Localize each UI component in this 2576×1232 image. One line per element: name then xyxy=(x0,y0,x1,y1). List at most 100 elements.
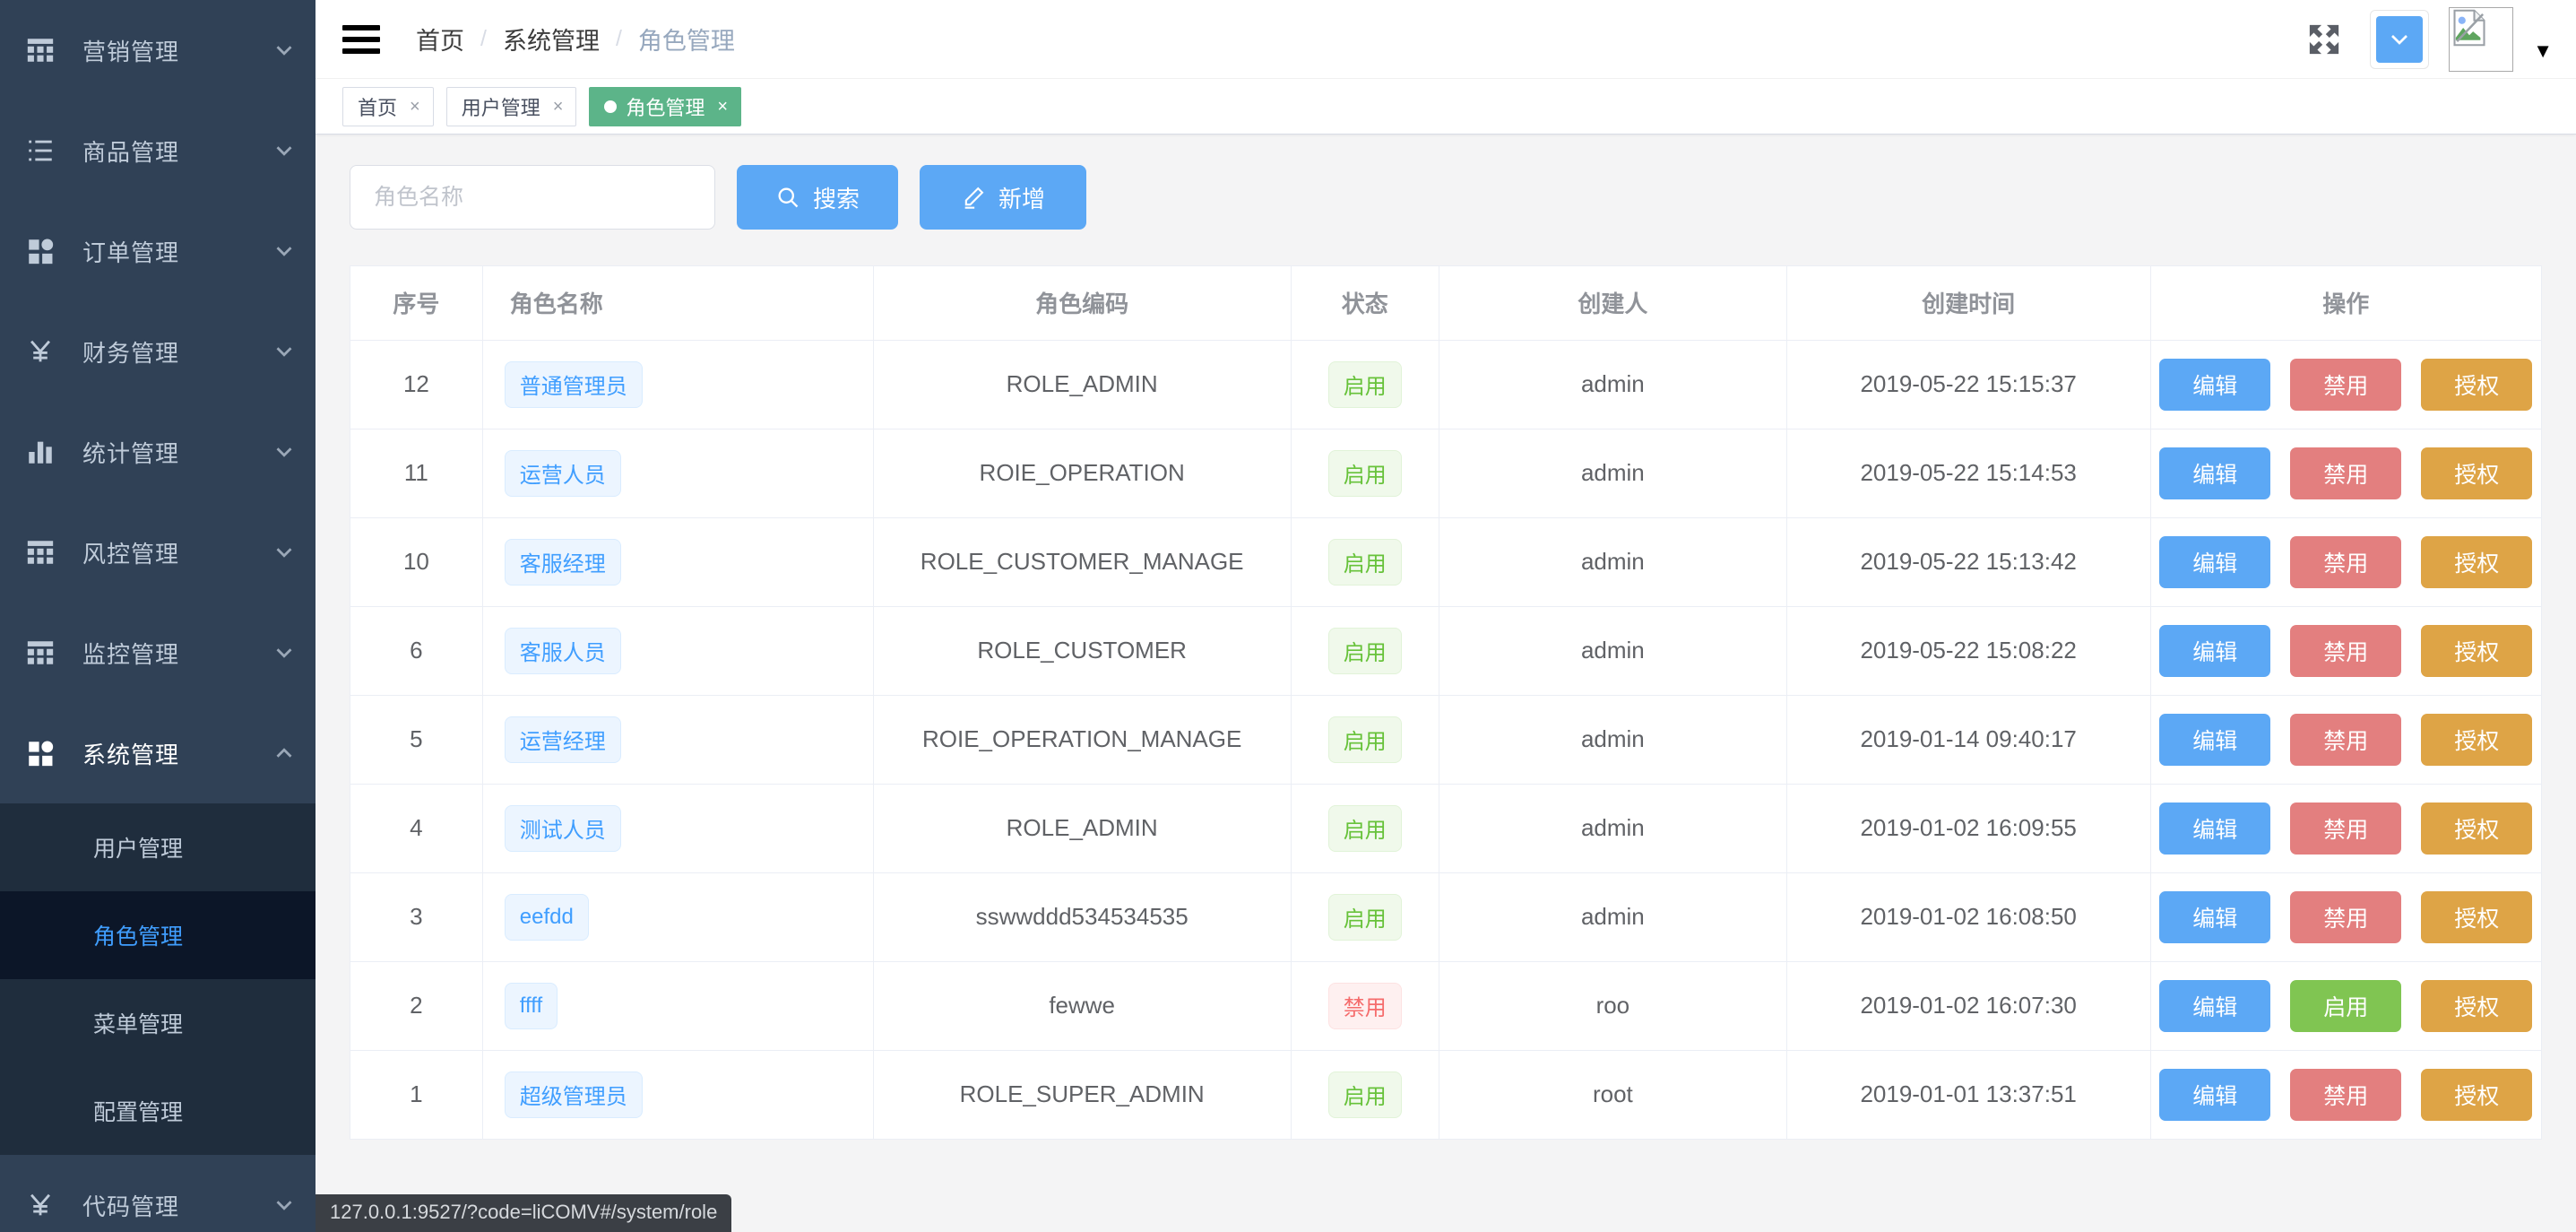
sidebar-item-monitor[interactable]: 监控管理 xyxy=(0,603,316,703)
edit-button[interactable]: 编辑 xyxy=(2159,358,2271,411)
active-dot-icon xyxy=(604,100,618,113)
cell-code: ROLE_CUSTOMER_MANAGE xyxy=(873,517,1292,607)
close-icon[interactable]: × xyxy=(717,98,728,116)
row-actions: 编辑 禁用 授权 xyxy=(2151,535,2541,588)
sidebar-item-menu-management[interactable]: 菜单管理 xyxy=(0,979,316,1067)
broken-image-icon xyxy=(2450,8,2512,71)
hamburger-icon[interactable] xyxy=(342,19,384,60)
edit-button[interactable]: 编辑 xyxy=(2159,447,2271,499)
sidebar-item-user-management[interactable]: 用户管理 xyxy=(0,803,316,891)
table-row: 5 运营经理 ROIE_OPERATION_MANAGE 启用 admin 2019-01… xyxy=(350,695,2541,785)
screenfull-icon[interactable] xyxy=(2291,6,2357,73)
sidebar-item-statistics[interactable]: 统计管理 xyxy=(0,402,316,502)
role-name-badge[interactable]: eefdd xyxy=(504,893,589,941)
grant-button[interactable]: 授权 xyxy=(2421,979,2533,1032)
grant-button[interactable]: 授权 xyxy=(2421,624,2533,677)
close-icon[interactable]: × xyxy=(553,98,564,116)
grant-button[interactable]: 授权 xyxy=(2421,802,2533,855)
edit-button[interactable]: 编辑 xyxy=(2159,713,2271,766)
tag-user-management[interactable]: 用户管理 × xyxy=(445,86,577,126)
cell-creator: admin xyxy=(1439,784,1787,873)
cell-status: 启用 xyxy=(1291,340,1439,429)
sidebar-item-order[interactable]: 订单管理 xyxy=(0,201,316,301)
sidebar-item-system[interactable]: 系统管理 xyxy=(0,703,316,803)
role-name-badge[interactable]: 超级管理员 xyxy=(504,1071,643,1118)
avatar[interactable] xyxy=(2449,6,2514,72)
disable-button[interactable]: 禁用 xyxy=(2290,624,2402,677)
add-button[interactable]: 新增 xyxy=(920,165,1086,230)
caret-down-icon[interactable]: ▼ xyxy=(2533,18,2553,61)
table-row: 3 eefdd sswwddd534534535 启用 admin 2019-01-02 … xyxy=(350,872,2541,962)
edit-button[interactable]: 编辑 xyxy=(2159,535,2271,588)
edit-button[interactable]: 编辑 xyxy=(2159,1068,2271,1121)
search-button[interactable]: 搜索 xyxy=(737,165,898,230)
edit-button[interactable]: 编辑 xyxy=(2159,979,2271,1032)
sidebar-item-riskcontrol[interactable]: 风控管理 xyxy=(0,502,316,603)
navbar-actions: ▼ xyxy=(2291,6,2576,73)
grid-icon xyxy=(25,638,56,668)
status-badge: 启用 xyxy=(1327,538,1402,586)
cell-operations: 编辑 禁用 授权 xyxy=(2150,695,2541,785)
cell-status: 启用 xyxy=(1291,606,1439,696)
cell-index: 5 xyxy=(350,695,483,785)
sidebar-item-marketing[interactable]: 营销管理 xyxy=(0,0,316,100)
sidebar-item-product[interactable]: 商品管理 xyxy=(0,100,316,201)
close-icon[interactable]: × xyxy=(410,98,420,116)
table-row: 1 超级管理员 ROLE_SUPER_ADMIN 启用 root 2019-01-01 1… xyxy=(350,1050,2541,1140)
chevron-down-icon xyxy=(271,539,316,566)
sidebar-item-code[interactable]: 代码管理 xyxy=(0,1155,316,1232)
disable-button[interactable]: 禁用 xyxy=(2290,1068,2402,1121)
disable-button[interactable]: 禁用 xyxy=(2290,358,2402,411)
role-name-badge[interactable]: 客服人员 xyxy=(504,627,621,674)
cell-name: 测试人员 xyxy=(482,784,874,873)
role-name-badge[interactable]: 运营人员 xyxy=(504,449,621,497)
sidebar-item-label: 财务管理 xyxy=(82,339,180,367)
column-header-operations: 操作 xyxy=(2150,266,2541,341)
list-icon xyxy=(25,135,56,166)
breadcrumb-item-home[interactable]: 首页 xyxy=(416,22,464,56)
enable-button[interactable]: 启用 xyxy=(2290,979,2402,1032)
grant-button[interactable]: 授权 xyxy=(2421,1068,2533,1121)
role-name-badge[interactable]: 客服经理 xyxy=(504,538,621,586)
disable-button[interactable]: 禁用 xyxy=(2290,447,2402,499)
grant-button[interactable]: 授权 xyxy=(2421,535,2533,588)
cell-creator: admin xyxy=(1439,606,1787,696)
breadcrumb-item-system[interactable]: 系统管理 xyxy=(503,22,600,56)
column-header-index: 序号 xyxy=(350,266,483,341)
tag-home[interactable]: 首页 × xyxy=(342,86,434,126)
disable-button[interactable]: 禁用 xyxy=(2290,890,2402,943)
edit-button[interactable]: 编辑 xyxy=(2159,890,2271,943)
search-input[interactable] xyxy=(350,165,715,230)
grant-button[interactable]: 授权 xyxy=(2421,890,2533,943)
language-switch-button[interactable] xyxy=(2370,9,2430,69)
cell-name: 运营人员 xyxy=(482,429,874,518)
filter-toolbar: 搜索 新增 xyxy=(350,165,2542,230)
role-name-badge[interactable]: 普通管理员 xyxy=(504,360,643,408)
disable-button[interactable]: 禁用 xyxy=(2290,802,2402,855)
edit-button[interactable]: 编辑 xyxy=(2159,624,2271,677)
role-name-badge[interactable]: ffff xyxy=(504,982,558,1029)
cell-creator: admin xyxy=(1439,429,1787,518)
disable-button[interactable]: 禁用 xyxy=(2290,713,2402,766)
grant-button[interactable]: 授权 xyxy=(2421,713,2533,766)
sidebar-item-config-management[interactable]: 配置管理 xyxy=(0,1067,316,1155)
sidebar-item-role-management[interactable]: 角色管理 xyxy=(0,891,316,979)
disable-button[interactable]: 禁用 xyxy=(2290,535,2402,588)
sidebar-submenu-system: 用户管理 角色管理 菜单管理 配置管理 xyxy=(0,803,316,1155)
role-name-badge[interactable]: 测试人员 xyxy=(504,804,621,852)
sidebar-item-label: 营销管理 xyxy=(82,38,180,65)
role-name-badge[interactable]: 运营经理 xyxy=(504,716,621,763)
sidebar-item-finance[interactable]: 财务管理 xyxy=(0,301,316,402)
cell-creator: admin xyxy=(1439,872,1787,962)
tag-role-management[interactable]: 角色管理 × xyxy=(589,86,742,126)
cell-index: 1 xyxy=(350,1050,483,1140)
grant-button[interactable]: 授权 xyxy=(2421,358,2533,411)
sidebar-subitem-label: 配置管理 xyxy=(93,1100,184,1125)
column-header-code: 角色编码 xyxy=(873,266,1292,341)
blocks-icon xyxy=(25,236,56,266)
grant-button[interactable]: 授权 xyxy=(2421,447,2533,499)
edit-button[interactable]: 编辑 xyxy=(2159,802,2271,855)
cell-index: 4 xyxy=(350,784,483,873)
grid-icon xyxy=(25,537,56,568)
cell-operations: 编辑 启用 授权 xyxy=(2150,961,2541,1051)
